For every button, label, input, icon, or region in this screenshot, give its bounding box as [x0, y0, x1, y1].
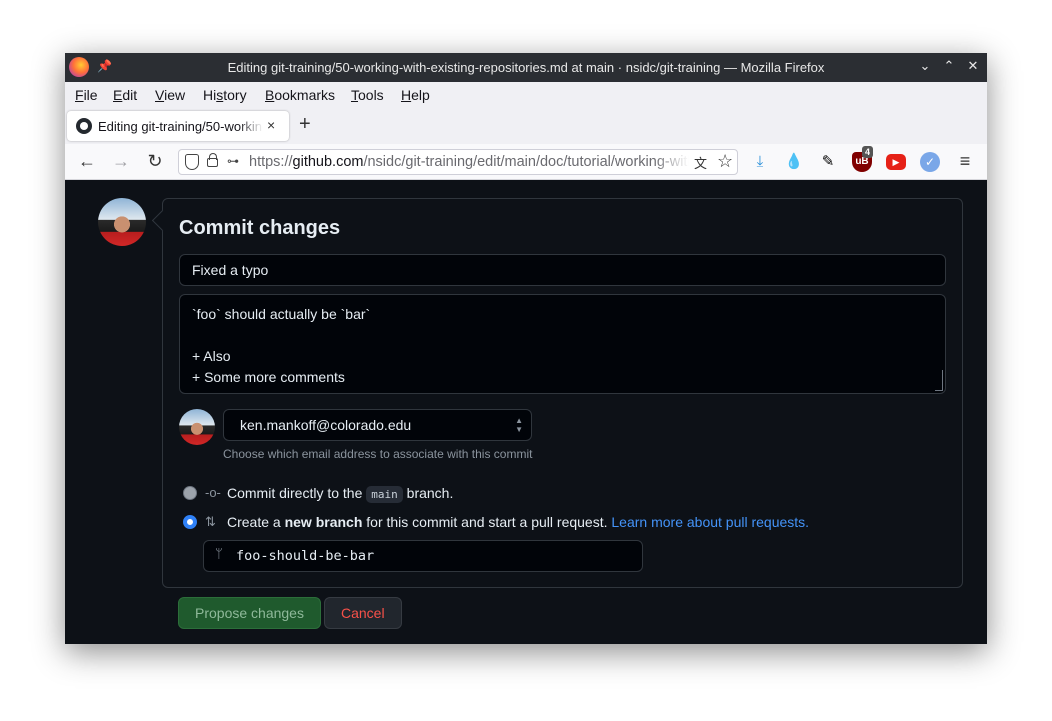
reload-button[interactable]: ↻	[144, 151, 166, 172]
commit-description-textarea[interactable]: `foo` should actually be `bar` + Also + …	[179, 294, 946, 394]
compass-extension-icon[interactable]: ✓	[920, 152, 940, 172]
radio-commit-directly[interactable]	[183, 486, 197, 500]
menu-file[interactable]: File	[75, 87, 98, 103]
description-line: `foo` should actually be `bar`	[192, 306, 371, 322]
maximize-button[interactable]: ⌃	[941, 58, 957, 74]
translate-icon[interactable]: 文	[694, 153, 707, 172]
avatar[interactable]	[98, 198, 146, 246]
lock-icon[interactable]	[207, 153, 218, 167]
bookmark-star-icon[interactable]: ☆	[717, 151, 733, 172]
tab-label: Editing git-training/50-working-with-exi…	[98, 119, 263, 134]
menu-history[interactable]: History	[203, 87, 247, 103]
navigation-toolbar: ← → ↻ ⊶ https://github.com/nsidc/git-tra…	[65, 144, 987, 180]
forward-button[interactable]: →	[110, 151, 132, 172]
radio-new-branch[interactable]	[183, 515, 197, 529]
url-text[interactable]: https://github.com/nsidc/git-training/ed…	[249, 154, 689, 170]
close-window-button[interactable]: ✕	[965, 58, 981, 74]
branch-name-code: main	[366, 486, 403, 503]
tab-editing[interactable]: Editing git-training/50-working-with-exi…	[67, 111, 289, 141]
select-arrows-icon: ▲ ▼	[515, 416, 523, 434]
new-tab-button[interactable]: +	[299, 113, 311, 136]
browser-window: 📌 Editing git-training/50-working-with-e…	[65, 53, 987, 644]
url-bar[interactable]: ⊶ https://github.com/nsidc/git-training/…	[178, 149, 738, 175]
menu-view[interactable]: View	[155, 87, 185, 103]
page-content: Commit changes Fixed a typo `foo` should…	[65, 180, 987, 644]
avatar-small	[179, 409, 215, 445]
back-button[interactable]: ←	[76, 151, 98, 172]
ublock-origin-icon[interactable]: uB 4	[852, 146, 874, 172]
menu-tools[interactable]: Tools	[351, 87, 384, 103]
new-branch-name-value: foo-should-be-bar	[236, 548, 375, 564]
ublock-badge: 4	[862, 146, 874, 158]
tab-close-icon[interactable]: ×	[267, 117, 275, 133]
resize-handle-icon[interactable]	[935, 370, 943, 391]
tracking-shield-icon[interactable]	[185, 154, 199, 170]
learn-more-pull-requests-link[interactable]: Learn more about pull requests.	[611, 514, 809, 530]
commit-changes-box: Commit changes Fixed a typo `foo` should…	[162, 198, 963, 588]
option-new-branch-label: Create a new branch for this commit and …	[227, 514, 810, 530]
option-commit-directly-label: Commit directly to the main branch.	[227, 485, 454, 503]
youtube-extension-icon[interactable]: ▶	[886, 154, 906, 170]
new-branch-name-input[interactable]: ᛘ foo-should-be-bar	[203, 540, 643, 572]
github-icon	[76, 118, 92, 134]
email-help-text: Choose which email address to associate …	[223, 447, 533, 461]
tab-bar: Editing git-training/50-working-with-exi…	[65, 108, 987, 144]
email-select-value: ken.mankoff@colorado.edu	[240, 417, 412, 433]
app-menu-button[interactable]: ≡	[954, 151, 976, 172]
description-line	[192, 325, 933, 346]
minimize-button[interactable]: ⌄	[917, 58, 933, 74]
email-select[interactable]: ken.mankoff@colorado.edu ▲ ▼	[223, 409, 532, 441]
commit-heading: Commit changes	[179, 217, 341, 239]
commit-summary-input[interactable]: Fixed a typo	[179, 254, 946, 286]
downloads-icon[interactable]: ⤓	[750, 152, 770, 172]
droplet-extension-icon[interactable]: 💧	[784, 152, 804, 172]
menu-help[interactable]: Help	[401, 87, 430, 103]
propose-changes-button[interactable]: Propose changes	[178, 597, 321, 629]
permissions-icon[interactable]: ⊶	[227, 154, 239, 168]
menu-edit[interactable]: Edit	[113, 87, 137, 103]
description-line: + Some more comments	[192, 369, 345, 385]
pen-extension-icon[interactable]: ✎	[818, 152, 838, 172]
cancel-button[interactable]: Cancel	[324, 597, 402, 629]
git-commit-icon: -o-	[205, 485, 221, 500]
git-branch-icon: ᛘ	[215, 547, 223, 562]
pull-request-icon: ⇅	[205, 514, 216, 529]
menu-bookmarks[interactable]: Bookmarks	[265, 87, 335, 103]
description-line: + Also	[192, 348, 231, 364]
menu-bar: File Edit View History Bookmarks Tools H…	[65, 82, 987, 108]
title-bar: 📌 Editing git-training/50-working-with-e…	[65, 53, 987, 82]
window-title: Editing git-training/50-working-with-exi…	[227, 60, 825, 75]
